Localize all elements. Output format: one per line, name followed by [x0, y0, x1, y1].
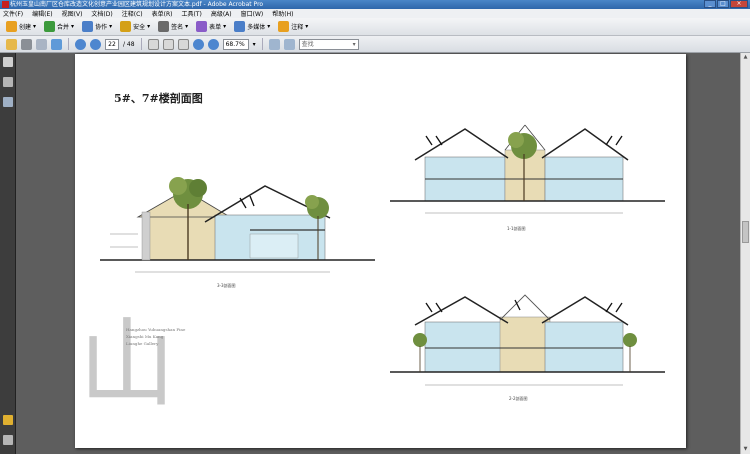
multimedia-label: 多媒体 [247, 24, 266, 31]
next-page-icon[interactable] [90, 38, 101, 50]
menu-file[interactable]: 文件(F) [3, 9, 23, 18]
print-icon[interactable] [21, 38, 32, 50]
menu-document[interactable]: 文档(D) [91, 9, 112, 18]
collaborate-button[interactable]: 协作 ▾ [82, 21, 112, 32]
lock-icon [120, 21, 132, 32]
maximize-button[interactable]: □ [717, 0, 729, 8]
window-title: 杭州玉皇山南厂区仓库改造文化创意产业园区建筑规划设计方案文本.pdf - Ado… [10, 1, 264, 8]
scroll-up-icon[interactable]: ▲ [742, 54, 749, 61]
comment-label: 注释 [291, 24, 304, 31]
forms-button[interactable]: 表单 ▾ [196, 21, 226, 32]
zoom-out-icon[interactable] [192, 38, 204, 50]
multimedia-button[interactable]: 多媒体 ▾ [234, 21, 270, 32]
combine-label: 合并 [57, 24, 70, 31]
forms-label: 表单 [209, 24, 222, 31]
combine-button[interactable]: 合并 ▾ [44, 21, 74, 32]
signatures-panel-icon[interactable] [3, 97, 13, 107]
zoom-level-input[interactable]: 68.7% [222, 38, 249, 50]
zoom-tool-icon[interactable] [177, 38, 189, 50]
hand-tool-icon[interactable] [147, 38, 159, 50]
create-icon [6, 21, 17, 32]
scrollbar-thumb[interactable] [742, 221, 749, 243]
toolbar-divider [68, 38, 69, 50]
collaborate-icon [82, 21, 94, 32]
combine-icon [44, 21, 56, 32]
toolbar-divider [261, 38, 263, 50]
form-icon [196, 21, 208, 32]
page-count: / 48 [123, 40, 135, 48]
secure-label: 安全 [133, 24, 146, 31]
menu-edit[interactable]: 编辑(E) [32, 9, 52, 18]
pages-panel-icon[interactable] [3, 57, 13, 67]
create-button[interactable]: 创建 ▾ [6, 21, 36, 32]
minimize-button[interactable]: _ [704, 0, 716, 8]
section-caption: 2-2剖面图 [509, 396, 528, 401]
menu-forms[interactable]: 表单(R) [152, 9, 173, 18]
pen-icon [158, 21, 170, 32]
comment-icon [278, 21, 290, 32]
collaborate-label: 协作 [95, 24, 108, 31]
open-folder-icon[interactable] [6, 38, 17, 50]
menu-help[interactable]: 帮助(H) [272, 9, 293, 18]
section-caption: 1-1剖面图 [507, 226, 526, 231]
credit-line: Xiangshi Mu Kang [126, 334, 164, 339]
menu-tools[interactable]: 工具(T) [181, 9, 201, 18]
page-number-input[interactable]: 22 [105, 38, 119, 50]
menu-bar: 文件(F) 编辑(E) 视图(V) 文档(D) 注释(C) 表单(R) 工具(T… [0, 9, 750, 18]
secure-button[interactable]: 安全 ▾ [120, 21, 150, 32]
toolbar-divider [140, 38, 142, 50]
save-icon[interactable] [51, 38, 62, 50]
credit-line: Hangzhou Yuhuangshan Fine [126, 327, 186, 332]
comment-button[interactable]: 注释 ▾ [278, 21, 308, 32]
credit-line: Lianghe Gallery [126, 341, 159, 346]
task-toolbar: 创建 ▾ 合并 ▾ 协作 ▾ 安全 ▾ 签名 ▾ 表单 ▾ 多媒体 ▾ 注释 ▾ [0, 18, 750, 36]
multimedia-icon [234, 21, 246, 32]
select-tool-icon[interactable] [162, 38, 174, 50]
zoom-dropdown-icon[interactable]: ▾ [253, 41, 256, 48]
email-icon[interactable] [36, 38, 47, 50]
menu-window[interactable]: 窗口(W) [241, 9, 264, 18]
find-input[interactable]: 查找 [298, 38, 359, 50]
page-heading: 5#、7#楼剖面图 [114, 92, 203, 105]
sign-button[interactable]: 签名 ▾ [158, 21, 188, 32]
section-drawing-3-3 [100, 177, 375, 273]
vertical-scrollbar[interactable]: ▲ ▼ [740, 53, 750, 454]
sign-label: 签名 [171, 24, 184, 31]
section-drawing-2-2 [390, 294, 665, 386]
zoom-in-icon[interactable] [207, 38, 219, 50]
navigation-toolbar: 22 / 48 68.7% ▾ 查找 [0, 36, 750, 53]
comments-panel-icon[interactable] [3, 415, 13, 425]
close-button[interactable]: × [730, 0, 748, 8]
window-titlebar: 杭州玉皇山南厂区仓库改造文化创意产业园区建筑规划设计方案文本.pdf - Ado… [0, 0, 750, 9]
menu-comments[interactable]: 注释(C) [122, 9, 143, 18]
create-label: 创建 [19, 24, 32, 31]
previous-page-icon[interactable] [75, 38, 86, 50]
menu-advanced[interactable]: 高级(A) [211, 9, 232, 18]
fit-page-icon[interactable] [268, 38, 280, 50]
bookmarks-panel-icon[interactable] [3, 77, 13, 87]
navigation-panel [0, 53, 16, 454]
scroll-down-icon[interactable]: ▼ [742, 446, 749, 453]
section-drawing-1-1 [390, 124, 665, 214]
menu-view[interactable]: 视图(V) [62, 9, 83, 18]
pdf-page: 5#、7#楼剖面图 山 Hangzhou Yuhuangshan Fine Xi… [75, 54, 686, 448]
fit-width-icon[interactable] [283, 38, 295, 50]
section-caption: 3-3剖面图 [217, 283, 236, 288]
attachments-panel-icon[interactable] [3, 435, 13, 445]
window-controls: _ □ × [704, 0, 748, 9]
acrobat-icon [2, 1, 9, 8]
